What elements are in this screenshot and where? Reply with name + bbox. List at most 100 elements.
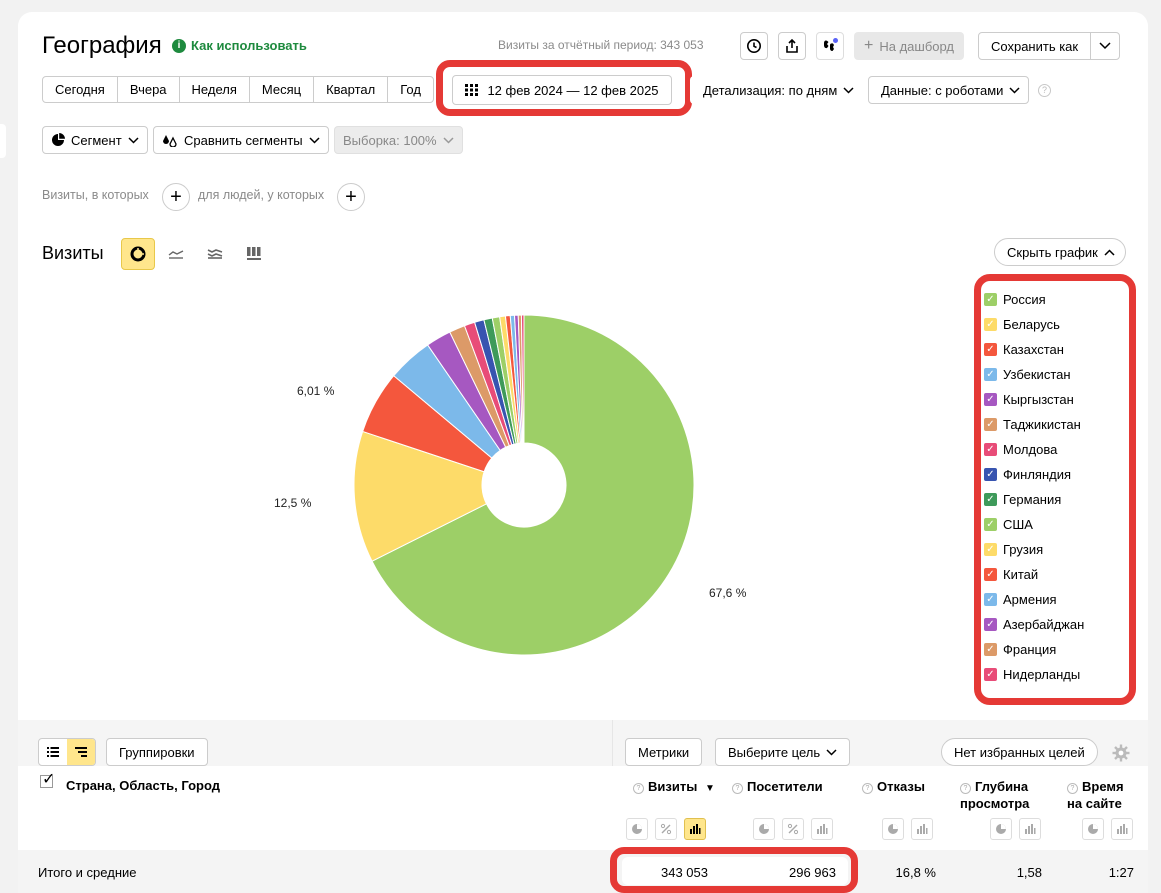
period-week[interactable]: Неделя (180, 77, 250, 102)
dimension-header: Страна, Область, Город (66, 778, 220, 793)
help-icon[interactable]: ? (960, 783, 971, 794)
chevron-down-icon (128, 136, 139, 144)
pie-chart-icon (1088, 824, 1098, 834)
pie-label-kazakhstan: 6,01 % (297, 384, 335, 398)
pie-chart-toggle[interactable] (990, 818, 1012, 840)
highlight-totals (610, 847, 858, 893)
data-robots-label: Данные: с роботами (881, 82, 1004, 98)
add-to-dashboard-button[interactable]: + На дашборд (854, 32, 965, 60)
tree-view-button[interactable] (67, 739, 95, 765)
period-today[interactable]: Сегодня (43, 77, 118, 102)
line-chart-icon (168, 250, 184, 259)
favorite-goals-button[interactable]: Нет избранных целей (941, 738, 1098, 766)
pie-chart-toggle[interactable] (626, 818, 648, 840)
help-icon[interactable]: ? (1038, 84, 1051, 97)
chevron-down-icon (443, 136, 454, 144)
metric-header-time[interactable]: ? Время на сайте (1067, 778, 1131, 812)
plus-icon: + (864, 37, 874, 54)
pie-chart-toggle[interactable] (882, 818, 904, 840)
metrics-button[interactable]: Метрики (625, 738, 703, 766)
percent-icon (660, 823, 672, 835)
percent-toggle[interactable] (782, 818, 804, 840)
metric-header-visitors[interactable]: ? Посетители (732, 778, 823, 795)
compare-segments-dropdown[interactable]: Сравнить сегменты (153, 126, 329, 154)
gear-icon[interactable] (1112, 744, 1130, 762)
dashboard-label: На дашборд (879, 38, 955, 54)
total-depth: 1,58 (1016, 865, 1042, 880)
bar-chart-icon (247, 247, 261, 260)
bar-chart-toggle[interactable] (1019, 818, 1041, 840)
segment-dropdown[interactable]: Сегмент (42, 126, 148, 154)
pie-chart-icon (632, 824, 642, 834)
share-icon (786, 38, 798, 53)
help-icon[interactable]: ? (862, 783, 873, 794)
bar-chart-toggle[interactable] (1111, 818, 1133, 840)
chart-type-pie-button[interactable] (121, 238, 155, 270)
groupings-button[interactable]: Группировки (106, 738, 208, 766)
metric-visitors-label: Посетители (747, 779, 823, 794)
percent-icon (787, 823, 799, 835)
dimension-checkbox[interactable] (40, 769, 55, 789)
period-yesterday[interactable]: Вчера (118, 77, 180, 102)
visits-donut-chart (353, 314, 695, 656)
highlight-legend (974, 274, 1136, 705)
save-as-label[interactable]: Сохранить как (979, 33, 1092, 59)
percent-toggle[interactable] (655, 818, 677, 840)
pie-chart-toggle[interactable] (753, 818, 775, 840)
period-quarter[interactable]: Квартал (314, 77, 389, 102)
bar-chart-icon (917, 824, 928, 834)
sample-dropdown[interactable]: Выборка: 100% (334, 126, 463, 154)
pie-chart-icon (759, 824, 769, 834)
bar-chart-toggle[interactable] (811, 818, 833, 840)
bar-chart-toggle[interactable] (911, 818, 933, 840)
chevron-down-icon[interactable] (1091, 33, 1119, 59)
detail-label: Детализация: по дням (703, 82, 838, 98)
area-chart-icon (207, 249, 223, 259)
view-toggle (38, 738, 96, 766)
metric-visits-label: Визиты (648, 779, 698, 794)
help-icon[interactable]: ? (1067, 783, 1078, 794)
bar-chart-icon (1025, 824, 1036, 834)
detail-dropdown[interactable]: Детализация: по дням (690, 76, 864, 104)
chevron-down-icon (1009, 86, 1020, 94)
period-month[interactable]: Месяц (250, 77, 315, 102)
save-as-button[interactable]: Сохранить как (978, 32, 1121, 60)
add-visit-condition-button[interactable]: + (162, 183, 190, 211)
metric-header-depth[interactable]: ? Глубина просмотра (960, 778, 1032, 812)
export-button[interactable] (778, 32, 806, 60)
pie-chart-icon (996, 824, 1006, 834)
report-card: География i Как использовать Визиты за о… (18, 12, 1148, 893)
assistant-button[interactable] (816, 32, 844, 60)
help-icon[interactable]: ? (732, 783, 743, 794)
chart-type-area-button[interactable] (198, 238, 232, 270)
goal-label: Выберите цель (728, 744, 821, 760)
help-icon[interactable]: ? (633, 783, 644, 794)
goal-dropdown[interactable]: Выберите цель (715, 738, 851, 766)
sort-desc-icon: ▼ (704, 783, 715, 794)
clock-icon (747, 39, 761, 53)
metric-header-bounces[interactable]: ? Отказы (862, 778, 925, 795)
hide-chart-button[interactable]: Скрыть график (994, 238, 1126, 266)
chevron-down-icon (826, 748, 837, 756)
add-people-condition-button[interactable]: + (337, 183, 365, 211)
history-button[interactable] (740, 32, 768, 60)
sidebar-handle[interactable] (0, 124, 6, 158)
list-view-button[interactable] (39, 739, 67, 765)
pie-chart-toggle[interactable] (1082, 818, 1104, 840)
compare-segments-icon (163, 135, 177, 147)
segment-label: Сегмент (71, 132, 122, 148)
how-to-use-link[interactable]: i Как использовать (172, 38, 307, 53)
metric-bounces-label: Отказы (877, 779, 925, 794)
totals-row (18, 850, 1148, 893)
metric-header-visits[interactable]: ? Визиты ▼ (633, 778, 715, 797)
chart-type-bar-button[interactable] (237, 238, 271, 270)
plus-icon: + (170, 186, 182, 208)
bar-chart-icon (817, 824, 828, 834)
tree-icon (75, 747, 87, 757)
total-bounces: 16,8 % (895, 865, 936, 880)
period-year[interactable]: Год (388, 77, 433, 102)
totals-label: Итого и средние (38, 865, 137, 880)
bar-chart-toggle[interactable] (684, 818, 706, 840)
chart-type-line-button[interactable] (159, 238, 193, 270)
data-robots-dropdown[interactable]: Данные: с роботами (868, 76, 1030, 104)
